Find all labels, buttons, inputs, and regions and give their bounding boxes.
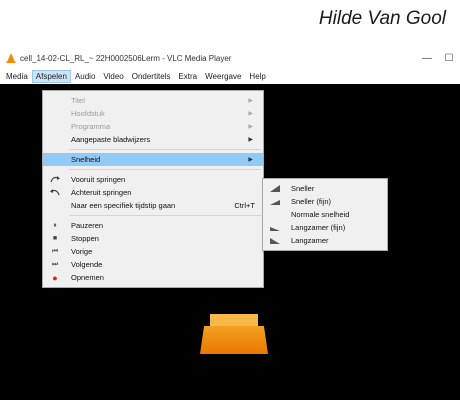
menu-weergave[interactable]: Weergave xyxy=(201,70,245,83)
submenu-arrow-icon: ▶ xyxy=(248,111,253,117)
vlc-cone-icon xyxy=(6,53,16,63)
shortcut-label: Ctrl+T xyxy=(234,201,255,210)
snelheid-submenu: Sneller Sneller (fijn) Normale snelheid … xyxy=(262,178,388,251)
menu-item-stoppen[interactable]: ■ Stoppen xyxy=(43,232,263,245)
submenu-arrow-icon: ▶ xyxy=(248,98,253,104)
faster-icon xyxy=(270,184,280,193)
afspelen-dropdown: Titel ▶ Hoofdstuk ▶ Programma ▶ Aangepas… xyxy=(42,90,264,288)
menu-item-vooruit-springen[interactable]: Vooruit springen xyxy=(43,173,263,186)
previous-icon: ⏮ xyxy=(51,247,59,255)
menu-item-volgende[interactable]: ⏭ Volgende xyxy=(43,258,263,271)
menu-separator xyxy=(69,149,261,150)
stop-icon: ■ xyxy=(52,235,58,242)
menu-item-snelheid[interactable]: Snelheid ▶ xyxy=(43,153,263,166)
menu-item-aangepaste-bladwijzers[interactable]: Aangepaste bladwijzers ▶ xyxy=(43,133,263,146)
menu-item-titel[interactable]: Titel ▶ xyxy=(43,94,263,107)
menu-ondertitels[interactable]: Ondertitels xyxy=(128,70,175,83)
menu-item-hoofdstuk[interactable]: Hoofdstuk ▶ xyxy=(43,107,263,120)
video-cone-top xyxy=(210,314,258,328)
menu-media[interactable]: Media xyxy=(2,70,32,83)
menu-item-programma[interactable]: Programma ▶ xyxy=(43,120,263,133)
menu-separator xyxy=(69,215,261,216)
menu-item-langzamer-fijn[interactable]: Langzamer (fijn) xyxy=(263,221,387,234)
jump-forward-icon xyxy=(50,175,60,184)
next-icon: ⏭ xyxy=(51,260,59,268)
submenu-arrow-icon: ▶ xyxy=(248,124,253,130)
submenu-arrow-icon: ▶ xyxy=(248,137,253,143)
title-bar: cell_14-02-CL_RL_~ 22H0002506Lerm - VLC … xyxy=(0,48,460,68)
maximize-button[interactable]: ☐ xyxy=(438,48,460,68)
menu-afspelen[interactable]: Afspelen xyxy=(31,69,71,83)
author-name: Hilde Van Gool xyxy=(318,8,446,29)
menu-item-opnemen[interactable]: ● Opnemen xyxy=(43,271,263,284)
menu-audio[interactable]: Audio xyxy=(71,70,99,83)
menu-help[interactable]: Help xyxy=(245,70,269,83)
menu-bar: Media Afspelen Audio Video Ondertitels E… xyxy=(0,68,460,84)
faster-fine-icon xyxy=(270,197,280,206)
slower-fine-icon xyxy=(270,223,280,232)
submenu-arrow-icon: ▶ xyxy=(248,157,253,163)
jump-backward-icon xyxy=(50,188,60,197)
record-icon: ● xyxy=(52,272,58,283)
menu-item-sneller[interactable]: Sneller xyxy=(263,182,387,195)
video-cone-base xyxy=(200,326,268,354)
menu-separator xyxy=(69,169,261,170)
menu-item-achteruit-springen[interactable]: Achteruit springen xyxy=(43,186,263,199)
menu-item-langzamer[interactable]: Langzamer xyxy=(263,234,387,247)
pause-icon: ⏸ xyxy=(53,221,57,229)
menu-item-sneller-fijn[interactable]: Sneller (fijn) xyxy=(263,195,387,208)
menu-item-pauzeren[interactable]: ⏸ Pauzeren xyxy=(43,219,263,232)
minimize-button[interactable]: — xyxy=(416,48,438,68)
menu-extra[interactable]: Extra xyxy=(174,70,201,83)
menu-video[interactable]: Video xyxy=(99,70,127,83)
window-title: cell_14-02-CL_RL_~ 22H0002506Lerm - VLC … xyxy=(20,53,232,63)
menu-item-naar-tijdstip[interactable]: Naar een specifiek tijdstip gaan Ctrl+T xyxy=(43,199,263,212)
slower-icon xyxy=(270,236,280,245)
menu-item-normale-snelheid[interactable]: Normale snelheid xyxy=(263,208,387,221)
menu-item-vorige[interactable]: ⏮ Vorige xyxy=(43,245,263,258)
